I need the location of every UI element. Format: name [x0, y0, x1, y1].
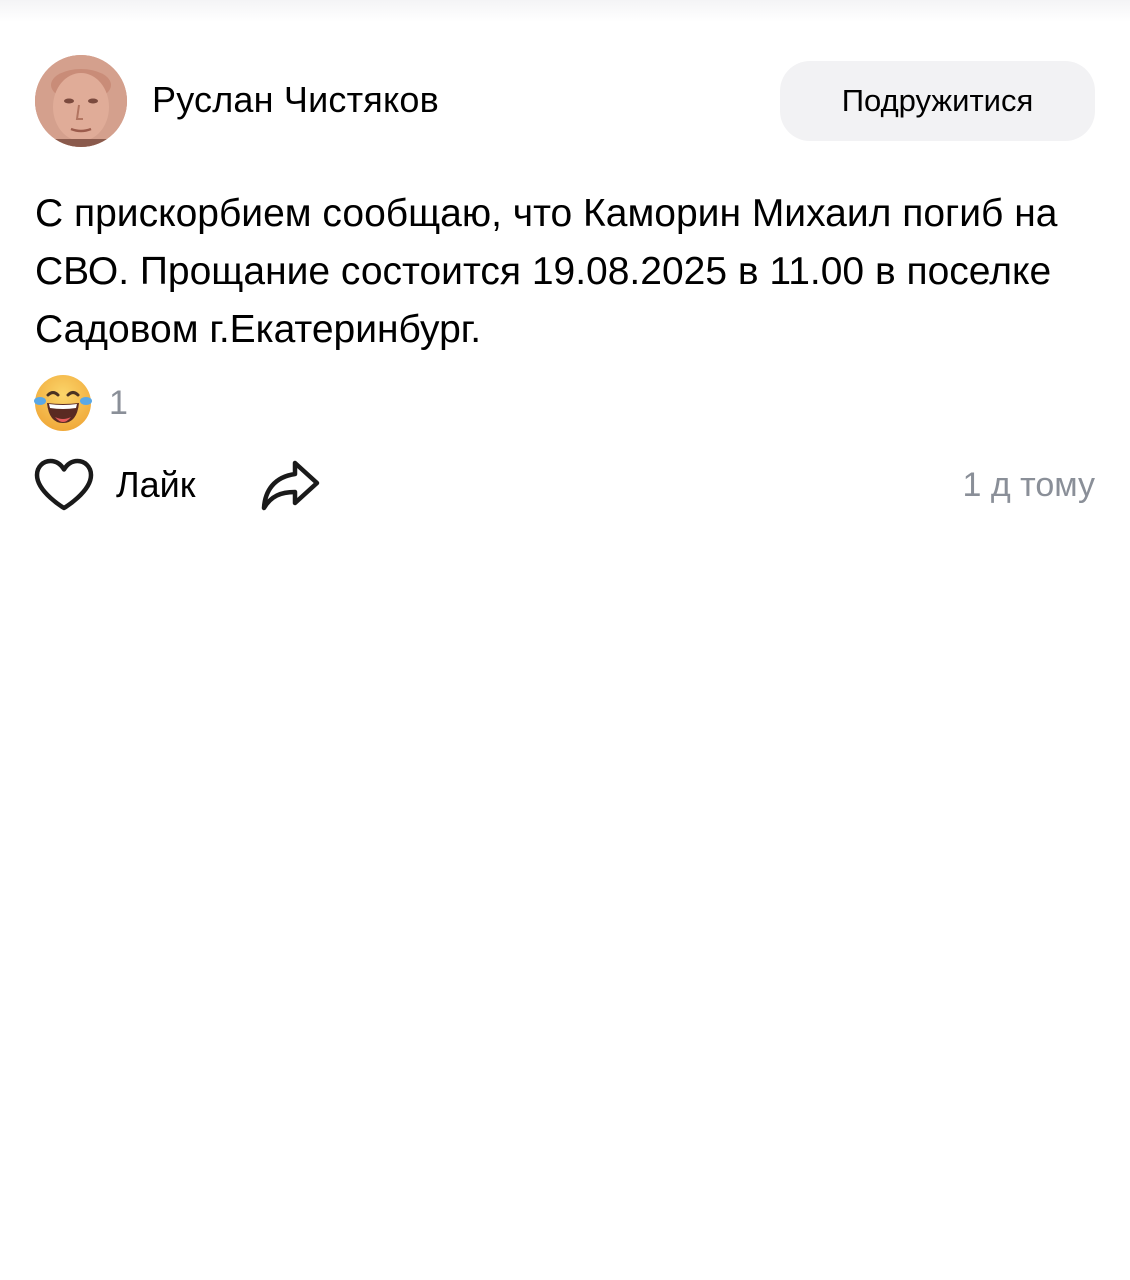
- avatar-photo: [35, 55, 127, 147]
- add-friend-button[interactable]: Подружитися: [780, 61, 1095, 141]
- share-button[interactable]: [259, 457, 321, 513]
- like-label: Лайк: [116, 464, 196, 505]
- like-button[interactable]: Лайк: [33, 455, 196, 515]
- heart-outline-icon: [34, 458, 94, 511]
- post-timestamp: 1 д тому: [962, 466, 1096, 504]
- share-arrow-icon: [261, 460, 320, 511]
- post-header: Руслан Чистяков Подружитися: [35, 55, 1095, 149]
- avatar[interactable]: [35, 55, 127, 147]
- reaction-count: 1: [109, 383, 128, 422]
- reaction-summary[interactable]: 1: [33, 372, 128, 434]
- author-name[interactable]: Руслан Чистяков: [152, 79, 439, 121]
- laughing-tears-emoji-icon: [34, 375, 92, 431]
- post-text: С прискорбием сообщаю, что Каморин Михаи…: [35, 192, 1058, 351]
- post-actions: Лайк 1 д тому: [33, 455, 1095, 515]
- top-edge-shadow: [0, 0, 1130, 22]
